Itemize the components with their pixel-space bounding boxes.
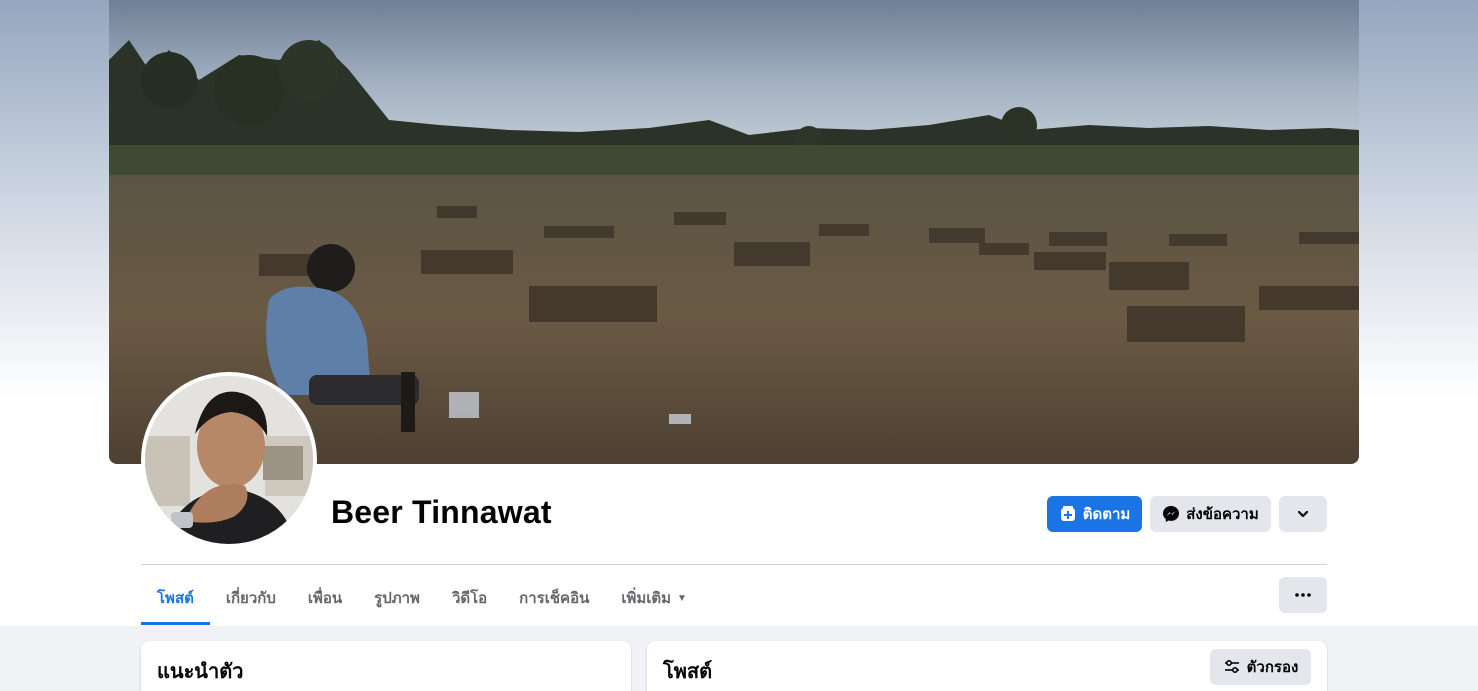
tab-posts[interactable]: โพสต์ [141, 571, 210, 625]
profile-options-button[interactable] [1279, 496, 1327, 532]
tab-videos[interactable]: วิดีโอ [436, 571, 503, 625]
tab-label: เพิ่มเติม [621, 590, 672, 607]
tab-label: วิดีโอ [451, 590, 488, 607]
tab-label: รูปภาพ [374, 590, 420, 607]
follow-label: ติดตาม [1082, 506, 1131, 523]
cover-photo[interactable] [109, 0, 1359, 464]
posts-title: โพสต์ [663, 661, 713, 683]
filter-icon [1223, 658, 1241, 676]
tab-about[interactable]: เกี่ยวกับ [210, 571, 292, 625]
profile-tabs: โพสต์ เกี่ยวกับ เพื่อน รูปภาพ วิดีโอ การ… [141, 571, 703, 625]
tab-label: การเช็คอิน [519, 590, 590, 607]
tabs-more-options-button[interactable] [1279, 577, 1327, 613]
tab-photos[interactable]: รูปภาพ [358, 571, 436, 625]
tab-label: เพื่อน [307, 590, 343, 607]
intro-card: แนะนำตัว [141, 641, 631, 691]
message-button[interactable]: ส่งข้อความ [1150, 496, 1271, 532]
message-label: ส่งข้อความ [1186, 506, 1259, 523]
tab-friends[interactable]: เพื่อน [292, 571, 358, 625]
follow-icon [1059, 505, 1077, 523]
intro-title: แนะนำตัว [157, 661, 244, 683]
ellipsis-icon [1295, 593, 1311, 597]
profile-picture[interactable] [141, 372, 317, 548]
tab-label: เกี่ยวกับ [225, 590, 276, 607]
tab-checkins[interactable]: การเช็คอิน [503, 571, 605, 625]
follow-button[interactable]: ติดตาม [1047, 496, 1142, 532]
profile-name: Beer Tinnawat [331, 494, 552, 530]
messenger-icon [1162, 505, 1180, 523]
caret-down-icon: ▼ [677, 592, 687, 604]
avatar [145, 376, 313, 544]
header-divider [141, 564, 1327, 565]
tab-label: โพสต์ [157, 590, 194, 607]
filter-button[interactable]: ตัวกรอง [1210, 649, 1311, 685]
tab-more[interactable]: เพิ่มเติม ▼ [605, 571, 703, 625]
chevron-down-icon [1296, 507, 1310, 521]
filter-label: ตัวกรอง [1246, 659, 1299, 676]
posts-card: โพสต์ ตัวกรอง [647, 641, 1327, 691]
